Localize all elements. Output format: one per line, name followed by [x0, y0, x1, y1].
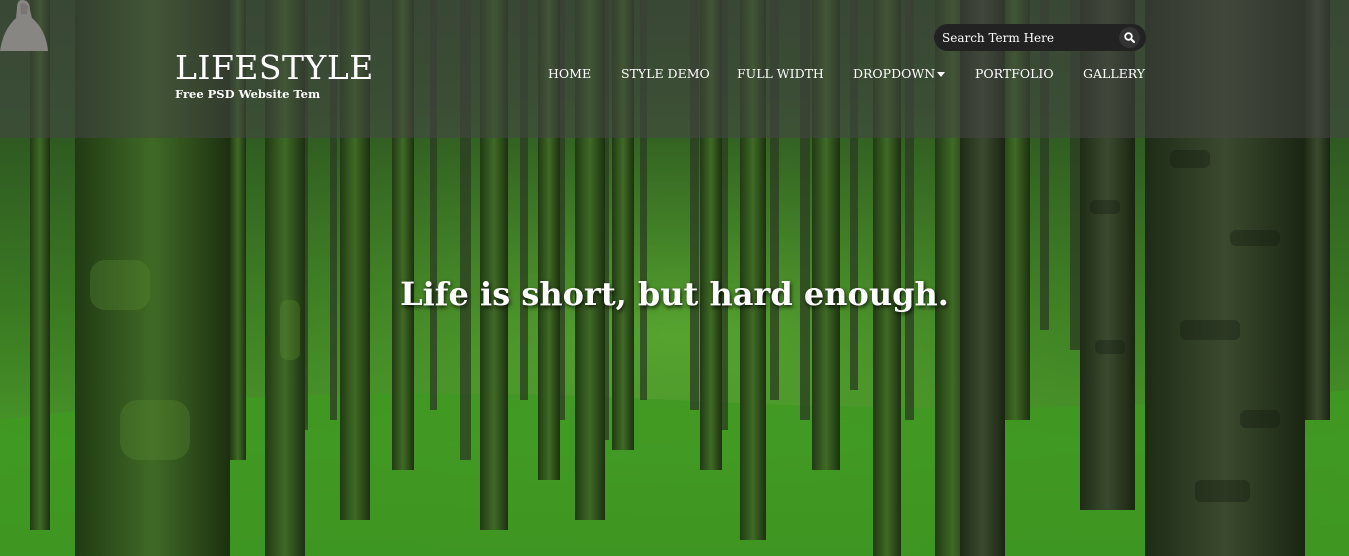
hero-headline: Life is short, but hard enough. — [400, 275, 949, 313]
nav-item-home[interactable]: HOME — [548, 66, 591, 82]
search-input[interactable] — [942, 29, 1112, 46]
site-logo[interactable]: LIFESTYLE — [175, 50, 374, 86]
nav-item-gallery[interactable]: GALLERY — [1083, 66, 1145, 82]
site-tagline: Free PSD Website Tem — [175, 87, 321, 101]
nav-item-dropdown-label: DROPDOWN — [853, 66, 936, 81]
search-icon — [1124, 32, 1135, 43]
nav-item-dropdown[interactable]: DROPDOWN — [853, 66, 946, 82]
caret-down-icon — [937, 72, 946, 77]
nav-item-style-demo[interactable]: STYLE DEMO — [621, 66, 710, 82]
nav-item-portfolio[interactable]: PORTFOLIO — [975, 66, 1054, 82]
search-box — [934, 24, 1146, 51]
nav-item-full-width[interactable]: FULL WIDTH — [737, 66, 824, 82]
search-button[interactable] — [1119, 27, 1140, 48]
